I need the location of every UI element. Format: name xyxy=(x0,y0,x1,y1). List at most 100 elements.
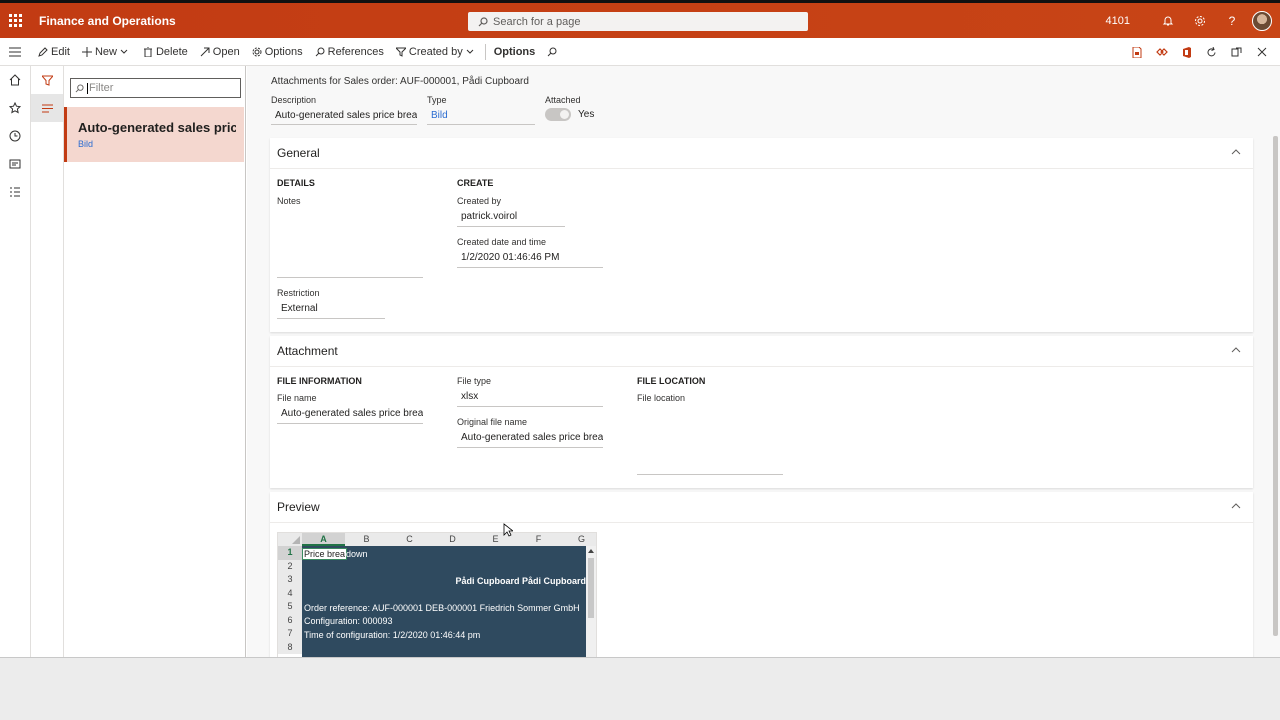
page-scrollbar[interactable] xyxy=(1273,136,1278,636)
search-icon xyxy=(478,16,488,26)
search-input[interactable]: Search for a page xyxy=(468,12,808,31)
row-header-4[interactable]: 4 xyxy=(278,587,302,601)
row-header-8[interactable]: 8 xyxy=(278,641,302,655)
attached-toggle[interactable] xyxy=(545,108,571,121)
column-header-f[interactable]: F xyxy=(517,533,560,546)
filter-icon[interactable] xyxy=(31,66,63,94)
action-pane: Edit New Delete Open Options References … xyxy=(0,38,1280,66)
notes-textarea[interactable] xyxy=(277,206,423,278)
app-title[interactable]: Finance and Operations xyxy=(39,14,176,28)
column-header-a[interactable]: A xyxy=(302,533,345,546)
home-icon[interactable] xyxy=(0,66,30,94)
file-location-textarea[interactable] xyxy=(637,403,783,475)
column-header-b[interactable]: B xyxy=(345,533,388,546)
file-location-group: FILE LOCATION File location xyxy=(637,376,783,475)
text-caret xyxy=(87,82,88,94)
delete-button[interactable]: Delete xyxy=(143,46,188,58)
clock-icon[interactable] xyxy=(0,122,30,150)
edit-button[interactable]: Edit xyxy=(38,46,70,58)
column-header-g[interactable]: G xyxy=(560,533,596,546)
cell-row7: Time of configuration: 1/2/2020 01:46:44… xyxy=(304,630,481,640)
column-headers: ABCDEFG xyxy=(302,533,596,546)
list-item[interactable]: Auto-generated sales price ... Bild xyxy=(64,107,244,162)
options-button[interactable]: Options xyxy=(252,46,303,58)
gear-icon xyxy=(252,47,262,56)
file-information-group: FILE INFORMATION File name Auto-generate… xyxy=(277,376,423,424)
plus-icon xyxy=(81,46,92,57)
company-picker[interactable]: 4101 xyxy=(1106,15,1130,27)
pencil-icon xyxy=(38,46,48,57)
open-button[interactable]: Open xyxy=(200,46,240,58)
created-datetime-input[interactable]: 1/2/2020 01:46:46 PM xyxy=(457,247,603,268)
spreadsheet-preview[interactable]: ABCDEFG 12345678 Price brea down Pådi Cu… xyxy=(277,532,597,659)
chevron-up-icon[interactable] xyxy=(1231,347,1241,353)
avatar[interactable] xyxy=(1252,10,1272,31)
original-file-name-input[interactable]: Auto-generated sales price brea... xyxy=(457,427,603,448)
cell-row3: Pådi Cupboard Pådi Cupboard xyxy=(455,576,586,586)
modules-list-icon[interactable] xyxy=(0,178,30,206)
cell-a1[interactable]: Price brea xyxy=(302,548,348,560)
preview-section: Preview ABCDEFG 12345678 Price brea down… xyxy=(270,492,1253,659)
chevron-up-icon[interactable] xyxy=(1231,503,1241,509)
gear-icon[interactable] xyxy=(1184,15,1216,27)
list-pane: Filter Auto-generated sales price ... Bi… xyxy=(31,66,246,659)
general-section-header[interactable]: General xyxy=(270,138,1253,169)
app-launcher-icon[interactable] xyxy=(0,3,30,38)
file-name-input[interactable]: Auto-generated sales price brea... xyxy=(277,403,423,424)
attachment-section-header[interactable]: Attachment xyxy=(270,336,1253,367)
attached-field: Attached Yes xyxy=(545,95,595,121)
details-group: DETAILS Notes Restriction External xyxy=(277,178,423,319)
file-type-input[interactable]: xlsx xyxy=(457,386,603,407)
restriction-input[interactable]: External xyxy=(277,298,385,319)
sheet-scrollbar[interactable] xyxy=(586,546,596,659)
row-header-7[interactable]: 7 xyxy=(278,627,302,641)
pdf-icon[interactable] xyxy=(1124,46,1149,58)
references-button[interactable]: References xyxy=(315,46,384,58)
close-icon[interactable] xyxy=(1249,47,1274,57)
list-item-title: Auto-generated sales price ... xyxy=(78,120,236,135)
page-caption: Attachments for Sales order: AUF-000001,… xyxy=(271,76,529,87)
hamburger-icon[interactable] xyxy=(0,47,30,57)
list-item-type: Bild xyxy=(78,139,94,149)
created-by-input[interactable]: patrick.voirol xyxy=(457,206,565,227)
chevron-down-icon xyxy=(466,49,474,54)
tab-options[interactable]: Options xyxy=(494,46,536,58)
new-button[interactable]: New xyxy=(81,46,131,58)
row-header-6[interactable]: 6 xyxy=(278,614,302,628)
row-header-5[interactable]: 5 xyxy=(278,600,302,614)
column-header-c[interactable]: C xyxy=(388,533,431,546)
row-header-3[interactable]: 3 xyxy=(278,573,302,587)
divider xyxy=(484,43,486,60)
chevron-up-icon[interactable] xyxy=(1231,149,1241,155)
link-icon[interactable] xyxy=(1149,48,1174,56)
search-placeholder: Search for a page xyxy=(493,15,581,28)
popout-icon[interactable] xyxy=(1224,47,1249,57)
list-view-icon[interactable] xyxy=(31,94,63,122)
type-input[interactable]: Bild xyxy=(427,110,535,125)
cell-a1-overflow: down xyxy=(346,549,368,559)
chevron-down-icon xyxy=(120,49,128,54)
workspace-icon[interactable] xyxy=(0,150,30,178)
cell-row6: Configuration: 000093 xyxy=(304,616,393,626)
star-icon[interactable] xyxy=(0,94,30,122)
type-field: Type Bild xyxy=(427,95,535,125)
cell-row5: Order reference: AUF-000001 DEB-000001 F… xyxy=(304,603,580,613)
desktop-background xyxy=(0,657,1280,720)
select-all-corner[interactable] xyxy=(278,533,302,546)
row-header-1[interactable]: 1 xyxy=(278,546,302,560)
filter-input[interactable]: Filter xyxy=(70,78,241,98)
created-by-filter-button[interactable]: Created by xyxy=(395,46,477,58)
row-header-2[interactable]: 2 xyxy=(278,560,302,574)
refresh-icon[interactable] xyxy=(1199,46,1224,58)
help-icon[interactable]: ? xyxy=(1216,14,1248,28)
trash-icon xyxy=(143,46,152,57)
column-header-d[interactable]: D xyxy=(431,533,474,546)
office-icon[interactable] xyxy=(1174,46,1199,58)
search-icon xyxy=(75,83,84,92)
action-search-icon[interactable] xyxy=(547,47,560,57)
bell-icon[interactable] xyxy=(1152,15,1184,27)
preview-section-header[interactable]: Preview xyxy=(270,492,1253,523)
sheet-cells[interactable]: Price brea down Pådi Cupboard Pådi Cupbo… xyxy=(302,546,588,659)
description-input[interactable]: Auto-generated sales price brea... xyxy=(271,110,417,125)
top-bar: Finance and Operations Search for a page… xyxy=(0,3,1280,38)
